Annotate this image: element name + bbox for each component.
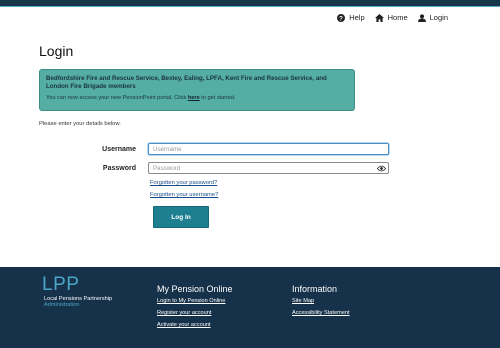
notice-body-text-end: to get started. (199, 95, 236, 101)
nav-home-link[interactable]: Home (374, 13, 408, 22)
intro-text: Please enter your details below. (39, 121, 121, 127)
username-input[interactable] (148, 143, 389, 155)
login-button[interactable]: Log In (153, 206, 209, 228)
nav-help-link[interactable]: ? Help (337, 13, 365, 22)
nav-login-link[interactable]: Login (417, 13, 448, 22)
nav-login-label: Login (429, 13, 448, 22)
password-input[interactable] (148, 162, 389, 174)
lpp-logo: LPP (42, 274, 80, 295)
nav-home-label: Home (387, 13, 408, 22)
home-icon (374, 13, 384, 22)
top-header-accent-line (0, 6, 500, 7)
lpp-logo-line2: Administration (44, 302, 80, 308)
notice-body-text: You can now access your new PensionPoint… (46, 95, 188, 101)
footer-register-link[interactable]: Register your account (157, 310, 211, 316)
footer-activate-link[interactable]: Activate your account (157, 322, 210, 328)
username-label: Username (102, 146, 136, 153)
footer-my-pension-heading: My Pension Online (157, 284, 233, 294)
notice-banner: Bedfordshire Fire and Rescue Service, Be… (39, 69, 355, 111)
user-icon (417, 13, 426, 22)
notice-title: Bedfordshire Fire and Rescue Service, Be… (46, 75, 327, 90)
password-label: Password (102, 165, 136, 172)
forgot-password-link[interactable]: Forgotten your password? (150, 180, 217, 186)
show-password-eye-icon[interactable] (377, 164, 386, 173)
footer-login-link[interactable]: Login to My Pension Online (157, 298, 225, 304)
nav-help-label: Help (349, 13, 365, 22)
notice-body: You can now access your new PensionPoint… (46, 95, 348, 101)
top-navigation: ? Help Home Login (337, 13, 448, 22)
help-icon: ? (337, 13, 346, 22)
page-title: Login (39, 43, 74, 59)
forgot-username-link[interactable]: Forgotten your username? (150, 192, 218, 198)
footer-sitemap-link[interactable]: Site Map (292, 298, 314, 304)
footer-accessibility-link[interactable]: Accessibility Statement (292, 310, 350, 316)
notice-here-link[interactable]: here (188, 95, 200, 101)
footer-information-heading: Information (292, 284, 338, 294)
svg-text:?: ? (339, 15, 343, 22)
